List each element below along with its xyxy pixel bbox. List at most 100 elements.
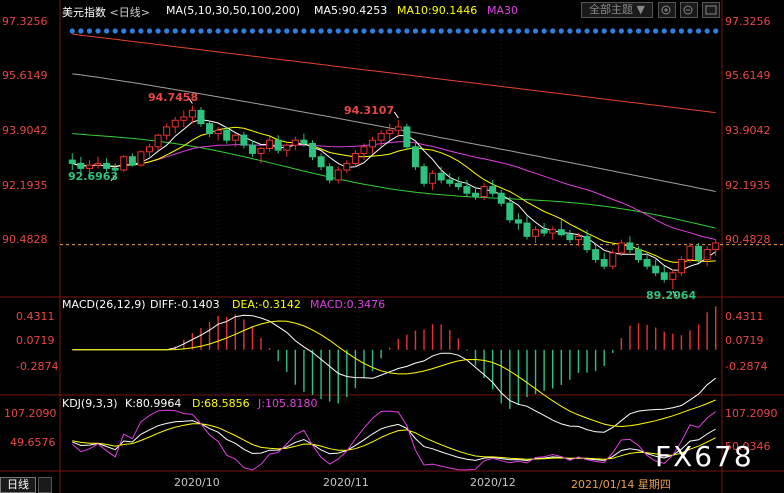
macd-tick-right-3: -0.2874 [725,360,768,373]
zoom-out-icon[interactable] [680,2,698,18]
event-marker [104,28,110,34]
candle-body [566,234,574,241]
candle-body [163,126,171,136]
candle-body [103,162,111,169]
event-marker [507,28,513,34]
theme-select[interactable]: 全部主题 ▼ [581,2,653,18]
event-marker [438,28,444,34]
candle-body [626,242,634,251]
candle-body [600,259,608,267]
event-marker [601,28,607,34]
candle-body [712,242,720,251]
watermark-logo: FX678 [655,440,754,473]
candle-body [180,116,188,121]
kdj-j: J:105.8180 [258,397,318,410]
candle-body [343,162,351,171]
kdj-tick-right-1: 107.2090 [725,407,778,420]
candle-body [171,119,179,128]
candle-body [549,229,557,234]
footer-scroll-button[interactable] [38,477,52,493]
event-marker [258,28,264,34]
event-marker [267,28,273,34]
candle-body [652,265,660,274]
candle-body [240,134,248,146]
macd-tick-left-1: 0.4311 [16,310,55,323]
event-marker [309,28,316,34]
candle-body [77,162,85,169]
kdj-params: KDJ(9,3,3) [62,397,118,410]
date-readout: 2021/01/14 星期四 [571,478,671,491]
y-tick-left-1: 97.3256 [2,15,48,28]
x-tick-2: 2020/11 [323,476,369,489]
candle-body [471,192,480,198]
y-tick-right-1: 97.3256 [725,15,771,28]
candle-body [300,139,308,145]
candle-body [214,129,222,135]
kdj-d: D:68.5856 [192,397,250,410]
candle-body [85,164,93,169]
candle-body [154,134,162,148]
candle-body [609,252,617,267]
event-marker [713,28,719,34]
period-label[interactable]: <日线> [110,6,150,19]
candle-body [223,129,231,141]
event-marker [352,28,358,34]
chevron-down-icon: ▼ [636,3,645,16]
candle-body [634,249,643,261]
zoom-in-icon[interactable] [658,2,676,18]
event-marker [249,28,256,34]
candle-body [248,144,256,154]
candle-body [257,147,265,154]
event-marker [541,28,547,34]
event-marker [395,28,401,34]
candle-body [695,245,703,261]
candle-body [446,179,454,184]
y-tick-right-3: 93.9042 [725,124,771,137]
period-button-label: 日线 [7,478,29,491]
candle-body [128,156,136,166]
macd-value: MACD:0.3476 [310,298,386,311]
x-tick-3: 2020/12 [470,476,516,489]
low-annotation-1: 92.6963 [68,170,119,183]
event-marker [361,28,367,34]
candle-body [386,129,394,135]
period-button[interactable]: 日线 [0,477,36,493]
event-marker [215,28,221,34]
candle-body [411,146,419,168]
candle-body [334,169,342,181]
event-marker [635,28,642,34]
candle-body [592,249,600,261]
candle-body [326,166,334,181]
candle-body [703,249,711,261]
event-marker [232,28,238,34]
candle-body [489,186,497,194]
event-marker [490,28,496,34]
event-marker [344,28,350,34]
y-tick-right-5: 90.4828 [725,233,771,246]
candle-body [686,245,694,261]
candle-body [283,144,291,151]
macd-tick-left-2: 0.0719 [16,334,55,347]
candle-body [557,229,565,236]
macd-tick-right-2: 0.0719 [725,334,764,347]
kdj-k: K:80.9964 [125,397,182,410]
high-annotation-1: 94.7458 [148,91,199,104]
candle-body [145,146,154,153]
chart-canvas[interactable] [0,0,784,493]
event-marker [138,28,144,34]
candle-body [188,109,196,118]
event-marker [378,28,384,34]
event-marker [318,28,324,34]
event-marker [430,28,436,34]
candle-body [677,259,685,274]
candle-body [523,222,531,237]
expand-icon[interactable] [702,2,720,18]
event-marker [661,28,667,34]
candle-body [360,146,368,154]
event-marker [198,28,204,34]
candle-body [351,152,359,164]
event-marker [610,28,616,34]
candle-body [437,172,445,181]
candle-body [231,134,239,141]
event-marker [695,28,702,34]
